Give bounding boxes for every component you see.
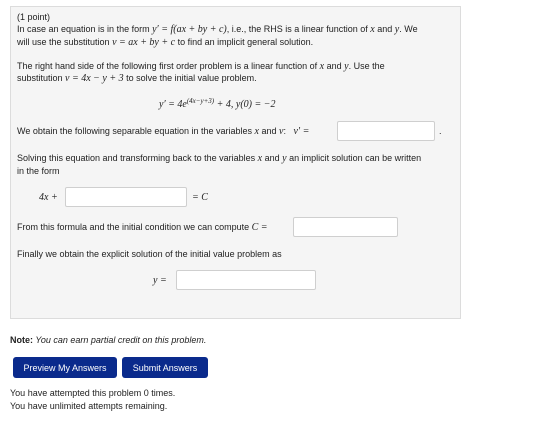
implicit-answer-input[interactable] xyxy=(65,187,187,207)
partial-credit-note: Note: You can earn partial credit on thi… xyxy=(10,335,206,345)
preview-answers-button[interactable]: Preview My Answers xyxy=(13,357,117,378)
solving-text-c: an implicit solution can be written xyxy=(286,153,422,163)
separable-text-a: We obtain the following separable equati… xyxy=(17,126,255,136)
implicit-lhs: 4x + xyxy=(39,192,58,203)
separable-end: . xyxy=(439,126,442,136)
implicit-lhs-text: 4x + xyxy=(39,192,58,203)
note-label: Note: xyxy=(10,335,33,345)
intro-substitution: v = ax + by + c xyxy=(112,37,176,48)
explicit-equation: y = xyxy=(153,275,167,286)
solving-text-2: in the form xyxy=(17,166,60,176)
compute-c-equation: C = xyxy=(251,222,268,233)
solving-text-b: and xyxy=(262,153,283,163)
preview-button-label: Preview My Answers xyxy=(23,362,107,373)
explicit-text: Finally we obtain the explicit solution … xyxy=(17,249,282,259)
explicit-line: Finally we obtain the explicit solution … xyxy=(17,249,282,259)
implicit-rhs-text: = C xyxy=(192,192,208,203)
rhs2-text-a: substitution xyxy=(17,73,66,83)
separable-colon: : xyxy=(283,126,286,136)
ivp-lhs: y′ = 4e xyxy=(159,99,187,110)
attempts-line-1: You have attempted this problem 0 times. xyxy=(10,388,176,398)
intro-text-a: In case an equation is in the form xyxy=(17,24,153,34)
solving-line-1: Solving this equation and transforming b… xyxy=(17,153,421,164)
compute-c-line: From this formula and the initial condit… xyxy=(17,222,268,233)
separable-equation: v′ = xyxy=(293,126,310,137)
submit-answers-button[interactable]: Submit Answers xyxy=(122,357,208,378)
submit-button-label: Submit Answers xyxy=(132,362,198,373)
intro-line-1: In case an equation is in the form y′ = … xyxy=(17,24,418,35)
solving-line-2: in the form xyxy=(17,166,60,176)
c-answer-input[interactable] xyxy=(293,217,398,237)
ivp-rhs: + 4, y(0) = −2 xyxy=(214,99,276,110)
intro2-text-b: to find an implicit general solution. xyxy=(175,37,314,47)
and-text: and xyxy=(374,24,395,34)
rhs-text-a: The right hand side of the following fir… xyxy=(17,61,320,71)
separable-answer-input[interactable] xyxy=(337,121,435,141)
intro-line-2: will use the substitution v = ax + by + … xyxy=(17,37,313,48)
points-label: (1 point) xyxy=(17,12,50,22)
rhs-substitution: v = 4x − y + 3 xyxy=(65,73,124,84)
attempts-remaining: You have unlimited attempts remaining. xyxy=(10,401,167,411)
rhs-line-2: substitution v = 4x − y + 3 to solve the… xyxy=(17,73,257,84)
ivp-equation: y′ = 4e(4x−y+3) + 4, y(0) = −2 xyxy=(159,97,275,110)
rhs-text-b: and xyxy=(324,61,345,71)
ivp-exponent: (4x−y+3) xyxy=(186,97,215,105)
attempts-count: You have attempted this problem 0 times. xyxy=(10,388,175,398)
intro-equation: y′ = f(ax + by + c) xyxy=(152,24,227,35)
rhs2-text-b: to solve the initial value problem. xyxy=(123,73,257,83)
separable-text-b: and xyxy=(258,126,279,136)
separable-line: We obtain the following separable equati… xyxy=(17,126,309,137)
explicit-eq-text: y = xyxy=(153,275,167,286)
implicit-rhs: = C xyxy=(192,192,208,203)
intro-text-c: . We xyxy=(399,24,418,34)
attempts-line-2: You have unlimited attempts remaining. xyxy=(10,401,168,411)
intro2-text-a: will use the substitution xyxy=(17,37,113,47)
rhs-line-1: The right hand side of the following fir… xyxy=(17,61,385,72)
intro-text-b: , i.e., the RHS is a linear function of xyxy=(226,24,371,34)
solving-text-a: Solving this equation and transforming b… xyxy=(17,153,258,163)
separable-period: . xyxy=(439,126,442,136)
problem-box: (1 point) In case an equation is in the … xyxy=(10,6,461,319)
points-text: (1 point) xyxy=(17,12,51,22)
rhs-text-c: . Use the xyxy=(348,61,385,71)
compute-c-text: From this formula and the initial condit… xyxy=(17,222,252,232)
explicit-answer-input[interactable] xyxy=(176,270,316,290)
note-text: You can earn partial credit on this prob… xyxy=(33,335,207,345)
